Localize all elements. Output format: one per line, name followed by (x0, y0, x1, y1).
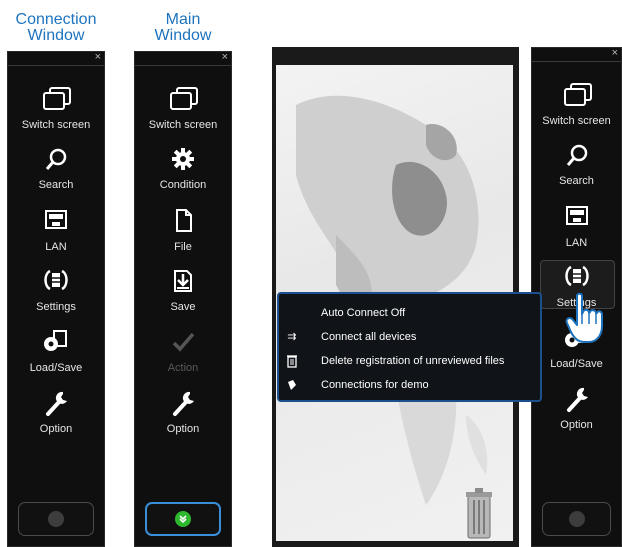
caption-line-2: Window (27, 27, 85, 44)
trash-icon (287, 355, 297, 368)
menu-item-label: Connections for demo (321, 379, 429, 391)
menu-item-connect-all-devices[interactable]: ⇉ Connect all devices (279, 326, 540, 348)
button-label: Option (39, 423, 73, 435)
caption-line-1: Connection (15, 11, 97, 28)
search-button[interactable]: Search (532, 141, 621, 197)
menu-item-auto-connect-off[interactable]: Auto Connect Off (279, 302, 540, 324)
lan-button[interactable]: LAN (532, 203, 621, 259)
menu-item-connections-for-demo[interactable]: Connections for demo (279, 374, 540, 396)
switch-screen-icon (43, 87, 71, 110)
lan-button[interactable]: LAN (8, 207, 104, 263)
condition-button[interactable]: Condition (135, 145, 231, 201)
switch-screen-button[interactable]: Switch screen (532, 81, 621, 137)
settings-icon (564, 265, 589, 287)
main-window-caption: Main Window (131, 12, 235, 44)
button-label: Search (38, 179, 74, 191)
main-window-panel: × Switch screen Condition File Save Acti… (134, 51, 232, 547)
option-button[interactable]: Option (532, 385, 621, 441)
button-label: Settings (36, 301, 76, 313)
connect-toggle-button[interactable] (18, 502, 94, 536)
caption-line-2: Window (154, 27, 212, 44)
menu-item-label: Connect all devices (321, 331, 417, 343)
search-icon (566, 144, 587, 166)
button-label: Switch screen (148, 119, 218, 131)
search-icon (45, 148, 67, 170)
close-icon[interactable]: × (95, 50, 101, 64)
button-label: Switch screen (21, 119, 91, 131)
menu-item-label: Delete registration of unreviewed files (321, 355, 505, 367)
button-label: Save (170, 301, 196, 313)
file-button[interactable]: File (135, 207, 231, 263)
button-label: Condition (159, 179, 207, 191)
button-label: Load/Save (29, 362, 83, 374)
tag-icon (288, 380, 296, 390)
file-icon (176, 209, 192, 232)
lan-icon (565, 206, 588, 225)
switch-screen-button[interactable]: Switch screen (8, 85, 104, 141)
status-dot-icon (48, 511, 64, 527)
switch-screen-icon (563, 83, 592, 106)
connection-window-panel: × Switch screen Search LAN Settings Load… (7, 51, 105, 547)
wrench-icon (46, 391, 67, 416)
button-label: Option (560, 419, 593, 431)
download-button[interactable] (145, 502, 221, 536)
settings-icon (44, 269, 68, 291)
close-icon[interactable]: × (612, 46, 618, 60)
switch-screen-button[interactable]: Switch screen (135, 85, 231, 141)
save-icon (174, 270, 192, 292)
hand-pointer-icon (565, 292, 603, 343)
connect-all-icon: ⇉ (287, 331, 297, 343)
gear-icon (172, 148, 194, 170)
connection-window-caption: Connection Window (4, 12, 108, 44)
panel-topbar: × (532, 46, 621, 62)
trash-can-icon[interactable] (464, 488, 494, 540)
wrench-icon (173, 391, 194, 416)
connect-toggle-button[interactable] (542, 502, 611, 536)
action-button[interactable]: Action (135, 328, 231, 384)
close-icon[interactable]: × (222, 50, 228, 64)
panel-topbar: × (135, 50, 231, 66)
switch-screen-icon (170, 87, 198, 110)
button-label: Search (559, 175, 594, 187)
load-save-button[interactable]: Load/Save (8, 328, 104, 384)
load-save-icon (44, 330, 67, 351)
button-label: Load/Save (550, 358, 603, 370)
button-label: Action (167, 362, 199, 374)
button-label: Switch screen (542, 115, 611, 127)
button-label: Option (166, 423, 200, 435)
caption-line-1: Main (165, 11, 201, 28)
check-icon (172, 332, 195, 352)
settings-button[interactable]: Settings (8, 267, 104, 323)
button-label: File (174, 241, 192, 253)
save-button[interactable]: Save (135, 267, 231, 323)
button-label: LAN (565, 237, 588, 249)
panel-topbar: × (8, 50, 104, 66)
arrow-down-icon (179, 515, 187, 524)
option-button[interactable]: Option (8, 389, 104, 445)
settings-popup-menu: Auto Connect Off ⇉ Connect all devices D… (277, 292, 542, 402)
status-dot-icon (568, 511, 585, 527)
menu-item-label: Auto Connect Off (321, 307, 406, 319)
wrench-icon (566, 387, 588, 412)
option-button[interactable]: Option (135, 389, 231, 445)
button-label: LAN (45, 241, 67, 253)
lan-icon (45, 210, 67, 229)
search-button[interactable]: Search (8, 145, 104, 201)
menu-item-delete-registration[interactable]: Delete registration of unreviewed files (279, 350, 540, 372)
